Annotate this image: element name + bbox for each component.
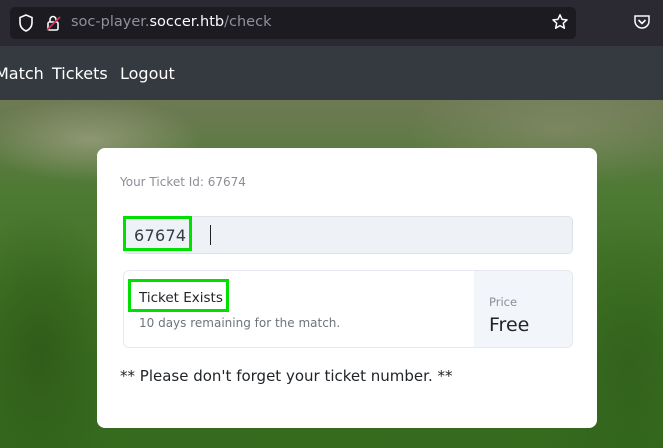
shield-icon[interactable] (18, 14, 34, 36)
url-text[interactable]: soc-player.soccer.htb/check (71, 14, 271, 30)
ticket-reminder: ** Please don't forget your ticket numbe… (120, 367, 453, 385)
browser-toolbar: soc-player.soccer.htb/check (0, 0, 663, 46)
nav-link-match[interactable]: Match (0, 64, 44, 83)
text-caret (210, 225, 211, 245)
star-icon[interactable] (551, 13, 569, 35)
price-panel: Price Free (474, 271, 572, 347)
input-highlight-box (123, 216, 192, 251)
site-navbar: Match Tickets Logout (0, 46, 663, 100)
nav-link-tickets[interactable]: Tickets (52, 64, 108, 83)
status-highlight-box (128, 279, 229, 312)
url-bar[interactable]: soc-player.soccer.htb/check (10, 7, 576, 39)
pocket-icon[interactable] (633, 14, 651, 34)
lock-icon[interactable] (45, 14, 63, 36)
price-label: Price (489, 295, 518, 309)
price-value: Free (489, 314, 530, 336)
ticket-check-card: Your Ticket Id: 67674 67674 Ticket Exist… (97, 148, 597, 428)
ticket-id-label: Your Ticket Id: 67674 (120, 175, 246, 189)
nav-link-logout[interactable]: Logout (120, 64, 175, 83)
ticket-status-subtitle: 10 days remaining for the match. (139, 316, 341, 330)
